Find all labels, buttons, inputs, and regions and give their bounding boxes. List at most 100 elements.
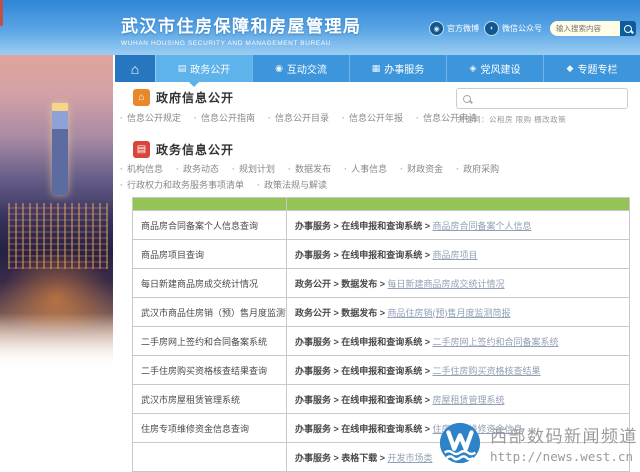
section-affairs-title: 政务信息公开 xyxy=(156,141,234,158)
affairs-links-row2: 行政权力和政务服务事项清单政策法规与解读 xyxy=(120,178,327,191)
section-link[interactable]: 人事信息 xyxy=(344,162,387,175)
section-link[interactable]: 行政权力和政务服务事项清单 xyxy=(120,178,244,191)
gov-doc-icon: ▤ xyxy=(133,141,150,158)
section-link[interactable]: 政府采购 xyxy=(456,162,499,175)
nav-tab-1[interactable]: ▤政务公开 xyxy=(155,55,252,82)
chat-icon: ◉ xyxy=(275,63,283,74)
query-name-cell: 商品房合同备案个人信息查询 xyxy=(133,211,287,240)
query-link[interactable]: 开发市场类 xyxy=(388,453,433,463)
query-name-cell: 武汉市商品住房销（预）售月度监测简报 xyxy=(133,298,287,327)
watermark: 西部数码新闻频道 http://news.west.cn xyxy=(437,420,638,466)
top-banner: 武汉市住房保障和房屋管理局 WUHAN HOUSING SECURITY AND… xyxy=(0,0,640,55)
section-link[interactable]: 信息公开年报 xyxy=(342,111,403,124)
query-link[interactable]: 每日新建商品房成交统计情况 xyxy=(388,279,505,289)
nav-tab-label: 党风建设 xyxy=(480,61,520,76)
section-gov-info-title: 政府信息公开 xyxy=(156,89,234,106)
breadcrumb: 办事服务 > 在线申报和查询系统 > xyxy=(295,366,433,376)
section-link[interactable]: 信息公开指南 xyxy=(194,111,255,124)
header-search-button[interactable] xyxy=(620,21,636,36)
query-path-cell: 政务公开 > 数据发布 > 商品住房销(预)售月度监测简报 xyxy=(287,298,630,327)
query-path-cell: 办事服务 > 在线申报和查询系统 > 二手住房购买资格核查结果 xyxy=(287,356,630,385)
site-title: 武汉市住房保障和房屋管理局 xyxy=(121,12,362,37)
query-name-cell: 二手房网上签约和合同备案系统 xyxy=(133,327,287,356)
query-name-cell xyxy=(133,443,287,472)
gov-building-icon: ⌂ xyxy=(133,89,150,106)
header-right: ◉ 官方微博 ◗ 微信公众号 xyxy=(429,21,636,36)
section-affairs-header: ▤ 政务信息公开 xyxy=(133,141,234,158)
search-keywords: 关键词：公租房 限购 棚改政策 xyxy=(457,114,566,125)
section-link[interactable]: 机构信息 xyxy=(120,162,163,175)
header-search xyxy=(550,21,636,36)
wechat-entry[interactable]: ◗ 微信公众号 xyxy=(484,21,542,36)
breadcrumb: 办事服务 > 在线申报和查询系统 > xyxy=(295,395,433,405)
section-link[interactable]: 数据发布 xyxy=(288,162,331,175)
west-cn-logo-icon xyxy=(437,420,483,466)
search-icon xyxy=(463,95,471,103)
site-subtitle: WUHAN HOUSING SECURITY AND MANAGEMENT BU… xyxy=(121,40,362,47)
main-nav: ⌂ ▤政务公开◉互动交流▦办事服务◈党风建设◆专题专栏 xyxy=(115,55,640,82)
city-night-photo xyxy=(0,55,113,371)
query-link[interactable]: 商品房项目 xyxy=(433,250,478,260)
nav-tab-label: 政务公开 xyxy=(190,61,230,76)
wechat-icon: ◗ xyxy=(484,21,499,36)
weibo-entry[interactable]: ◉ 官方微博 xyxy=(429,21,479,36)
query-name-cell: 每日新建商品房成交统计情况 xyxy=(133,269,287,298)
query-link[interactable]: 二手住房购买资格核查结果 xyxy=(433,366,541,376)
site-brand: 武汉市住房保障和房屋管理局 WUHAN HOUSING SECURITY AND… xyxy=(121,12,362,47)
nav-tab-label: 互动交流 xyxy=(287,61,327,76)
affairs-links-row1: 机构信息政务动态规划计划数据发布人事信息财政资金政府采购 xyxy=(120,162,499,175)
query-name-cell: 二手住房购买资格核查结果查询 xyxy=(133,356,287,385)
table-row: 二手住房购买资格核查结果查询办事服务 > 在线申报和查询系统 > 二手住房购买资… xyxy=(133,356,630,385)
watermark-url: http://news.west.cn xyxy=(490,449,638,464)
query-link[interactable]: 二手房网上签约和合同备案系统 xyxy=(433,337,559,347)
search-icon xyxy=(624,25,632,33)
breadcrumb: 政务公开 > 数据发布 > xyxy=(295,308,388,318)
query-path-cell: 办事服务 > 在线申报和查询系统 > 二手房网上签约和合同备案系统 xyxy=(287,327,630,356)
photo-bottom-fade xyxy=(0,313,113,371)
query-link[interactable]: 房屋租赁管理系统 xyxy=(433,395,505,405)
breadcrumb: 办事服务 > 表格下载 > xyxy=(295,453,388,463)
query-link[interactable]: 商品住房销(预)售月度监测简报 xyxy=(388,308,511,318)
table-header-cell xyxy=(133,198,287,211)
weibo-label: 官方微博 xyxy=(447,23,479,34)
query-path-cell: 政务公开 > 数据发布 > 每日新建商品房成交统计情况 xyxy=(287,269,630,298)
service-grid-icon: ▦ xyxy=(372,63,381,74)
nav-tab-5[interactable]: ◆专题专栏 xyxy=(543,55,640,82)
table-row: 二手房网上签约和合同备案系统办事服务 > 在线申报和查询系统 > 二手房网上签约… xyxy=(133,327,630,356)
query-link[interactable]: 商品房合同备案个人信息 xyxy=(433,221,532,231)
nav-tab-3[interactable]: ▦办事服务 xyxy=(349,55,446,82)
watermark-text: 西部数码新闻频道 http://news.west.cn xyxy=(490,422,638,464)
section-link[interactable]: 信息公开目录 xyxy=(268,111,329,124)
table-row: 每日新建商品房成交统计情况政务公开 > 数据发布 > 每日新建商品房成交统计情况 xyxy=(133,269,630,298)
breadcrumb: 办事服务 > 在线申报和查询系统 > xyxy=(295,250,433,260)
wechat-label: 微信公众号 xyxy=(502,23,542,34)
section-gov-info-header: ⌂ 政府信息公开 xyxy=(133,89,234,106)
section-link[interactable]: 政策法规与解读 xyxy=(257,178,327,191)
section-link[interactable]: 规划计划 xyxy=(232,162,275,175)
nav-tab-2[interactable]: ◉ 互动交流 xyxy=(252,55,349,82)
nav-tab-label: 专题专栏 xyxy=(577,61,617,76)
watermark-channel-name: 西部数码新闻频道 xyxy=(490,422,638,447)
query-name-cell: 住房专项维修资金信息查询 xyxy=(133,414,287,443)
header-search-input[interactable] xyxy=(550,21,620,36)
breadcrumb: 办事服务 > 在线申报和查询系统 > xyxy=(295,424,433,434)
info-search-input[interactable] xyxy=(475,90,627,107)
table-header-cell xyxy=(287,198,630,211)
table-header-row xyxy=(133,198,630,211)
info-search-box xyxy=(456,88,628,109)
nav-tab-4[interactable]: ◈党风建设 xyxy=(446,55,543,82)
breadcrumb: 办事服务 > 在线申报和查询系统 > xyxy=(295,221,433,231)
section-link[interactable]: 财政资金 xyxy=(400,162,443,175)
weibo-icon: ◉ xyxy=(429,21,444,36)
home-icon: ⌂ xyxy=(131,61,139,77)
table-row: 武汉市房屋租赁管理系统办事服务 > 在线申报和查询系统 > 房屋租赁管理系统 xyxy=(133,385,630,414)
section-link[interactable]: 信息公开规定 xyxy=(120,111,181,124)
query-name-cell: 武汉市房屋租赁管理系统 xyxy=(133,385,287,414)
nav-home-tab[interactable]: ⌂ xyxy=(115,55,155,82)
skyscraper-shape xyxy=(52,103,68,195)
nav-tab-label: 办事服务 xyxy=(384,61,424,76)
shield-icon: ◆ xyxy=(567,63,574,74)
table-row: 商品房项目查询办事服务 > 在线申报和查询系统 > 商品房项目 xyxy=(133,240,630,269)
section-link[interactable]: 政务动态 xyxy=(176,162,219,175)
breadcrumb: 办事服务 > 在线申报和查询系统 > xyxy=(295,337,433,347)
